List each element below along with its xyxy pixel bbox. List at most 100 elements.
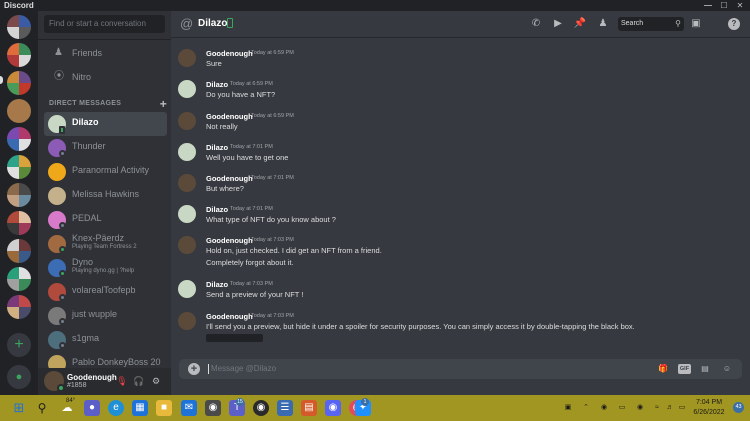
mobile-status-icon xyxy=(227,18,233,28)
goodenough-avatar[interactable] xyxy=(178,112,196,130)
server-folder[interactable] xyxy=(7,267,31,291)
upload-button[interactable]: + xyxy=(188,363,200,375)
text-caret xyxy=(208,364,209,374)
clock-date: 6/26/2022 xyxy=(693,409,725,416)
spoiler-box[interactable] xyxy=(206,334,263,342)
avatar xyxy=(48,355,66,368)
steam-icon[interactable]: ◉ xyxy=(599,403,609,413)
server-folder[interactable] xyxy=(7,295,31,319)
app-icon[interactable]: ☰ xyxy=(277,400,293,416)
dilazo-avatar[interactable] xyxy=(178,205,196,223)
notification-badge: 1 xyxy=(361,398,369,406)
server-icon[interactable] xyxy=(7,99,31,123)
voice-call-icon[interactable]: ✆ xyxy=(529,17,543,31)
online-status-dot xyxy=(57,384,65,392)
goodenough-avatar[interactable] xyxy=(178,174,196,192)
obs-icon[interactable]: ◉ xyxy=(253,400,269,416)
calendar-icon[interactable]: ▦ xyxy=(132,400,148,416)
friends-icon: ♟ xyxy=(54,47,63,58)
dm-item-knex-paerdz[interactable]: Knex-Päerdz Playing Team Fortress 2 xyxy=(44,232,167,256)
gear-icon[interactable]: ⚙ xyxy=(150,375,162,387)
server-folder[interactable] xyxy=(7,43,31,67)
help-icon[interactable]: ? xyxy=(728,18,740,30)
dm-item-s1gma[interactable]: s1gma xyxy=(44,328,167,352)
dilazo-avatar[interactable] xyxy=(178,80,196,98)
dm-item-volarealtoofepb[interactable]: volarealToofepb xyxy=(44,280,167,304)
nav-friends[interactable]: ♟ Friends xyxy=(46,43,166,63)
close-button[interactable]: ✕ xyxy=(732,0,748,11)
edge-icon[interactable]: e xyxy=(108,400,124,416)
goodenough-avatar[interactable] xyxy=(178,312,196,330)
gift-icon[interactable]: 🎁 xyxy=(657,363,669,375)
create-dm-button[interactable]: + xyxy=(160,97,167,111)
battery-icon[interactable]: ▭ xyxy=(617,403,627,413)
explore-servers-button[interactable]: ● xyxy=(7,365,31,389)
discord-icon[interactable]: ◉ xyxy=(325,400,341,416)
dilazo-avatar[interactable] xyxy=(178,143,196,161)
goodenough-avatar[interactable] xyxy=(178,236,196,254)
dm-item-just-wupple[interactable]: just wupple xyxy=(44,304,167,328)
nav-nitro[interactable]: ⦿ Nitro xyxy=(46,67,166,87)
teams-badge: 15 xyxy=(236,398,244,406)
dm-item-paranormal-activity[interactable]: Paranormal Activity xyxy=(44,160,167,184)
add-friend-to-dm-icon[interactable]: ♟ xyxy=(596,17,610,31)
server-folder[interactable] xyxy=(7,155,31,179)
server-icon[interactable] xyxy=(7,71,31,95)
server-folder[interactable] xyxy=(7,127,31,151)
wifi-icon[interactable]: ≈ xyxy=(652,403,662,413)
message-composer[interactable]: + Message @Dilazo 🎁 GIF ▤ ☺ xyxy=(179,359,742,379)
slides-icon[interactable]: ▤ xyxy=(301,400,317,416)
app-title: Discord xyxy=(4,1,34,10)
speaker-icon[interactable]: ♬ xyxy=(665,403,675,413)
dm-item-melissa-hawkins[interactable]: Melissa Hawkins xyxy=(44,184,167,208)
home-button[interactable] xyxy=(7,15,31,39)
search-icon: ⚲ xyxy=(675,19,681,28)
at-icon: @ xyxy=(180,16,194,31)
file-explorer-icon[interactable]: ■ xyxy=(156,400,172,416)
avatar xyxy=(48,163,66,181)
search-icon[interactable]: ⚲ xyxy=(34,400,50,416)
pin-icon[interactable]: 📌 xyxy=(573,17,587,31)
start-icon[interactable]: ⊞ xyxy=(11,400,27,416)
emoji-icon[interactable]: ☺ xyxy=(721,363,733,375)
mail-icon[interactable]: ✉ xyxy=(181,400,197,416)
add-server-button[interactable]: + xyxy=(7,333,31,357)
maximize-button[interactable]: ☐ xyxy=(716,0,732,11)
tray-app-icon[interactable]: ◉ xyxy=(635,403,645,413)
battery-status-icon[interactable]: ▭ xyxy=(677,403,687,413)
message-input[interactable]: Message @Dilazo xyxy=(211,364,276,373)
camera-icon[interactable]: ◉ xyxy=(205,400,221,416)
dm-item-thunder[interactable]: Thunder xyxy=(44,136,167,160)
headphones-icon[interactable]: 🎧 xyxy=(133,375,145,387)
server-folder[interactable] xyxy=(7,239,31,263)
find-conversation-input[interactable]: Find or start a conversation xyxy=(44,15,165,33)
mute-microphone-icon[interactable]: 🎙 xyxy=(116,375,128,387)
title-bar: Discord — ☐ ✕ xyxy=(0,0,750,11)
clock-time: 7:04 PM xyxy=(695,399,723,406)
dm-item-dyno[interactable]: Dyno Playing dyno.gg | ?help xyxy=(44,256,167,280)
dm-item-pedal[interactable]: PEDAL xyxy=(44,208,167,232)
inbox-icon[interactable]: ▣ xyxy=(689,17,703,31)
clock[interactable]: 7:04 PM 6/26/2022 xyxy=(689,398,729,418)
dilazo-avatar[interactable] xyxy=(178,280,196,298)
dm-item-pablo-donkeyboss[interactable]: Pablo DonkeyBoss 20 xyxy=(44,352,167,368)
avatar xyxy=(48,187,66,205)
status-dot xyxy=(59,150,66,157)
sticker-icon[interactable]: ▤ xyxy=(699,363,711,375)
teams-chat-icon[interactable]: ● xyxy=(84,400,100,416)
status-dot xyxy=(59,342,66,349)
dm-item-dilazo[interactable]: Dilazo xyxy=(44,112,167,136)
video-call-icon[interactable]: ▶ xyxy=(551,17,565,31)
tray-chevron-icon[interactable]: ⌃ xyxy=(581,403,591,413)
search-input[interactable]: Search ⚲ xyxy=(618,17,684,31)
divider xyxy=(38,39,171,40)
server-folder[interactable] xyxy=(7,183,31,207)
notification-count[interactable]: 43 xyxy=(733,402,744,413)
minimize-button[interactable]: — xyxy=(700,0,716,11)
nitro-icon: ⦿ xyxy=(54,71,64,82)
user-panel: Goodenough #1858 🎙 🎧 ⚙ xyxy=(38,368,171,395)
server-folder[interactable] xyxy=(7,211,31,235)
goodenough-avatar[interactable] xyxy=(178,49,196,67)
app-tray-icon[interactable]: ▣ xyxy=(563,403,573,413)
gif-button[interactable]: GIF xyxy=(678,364,691,374)
